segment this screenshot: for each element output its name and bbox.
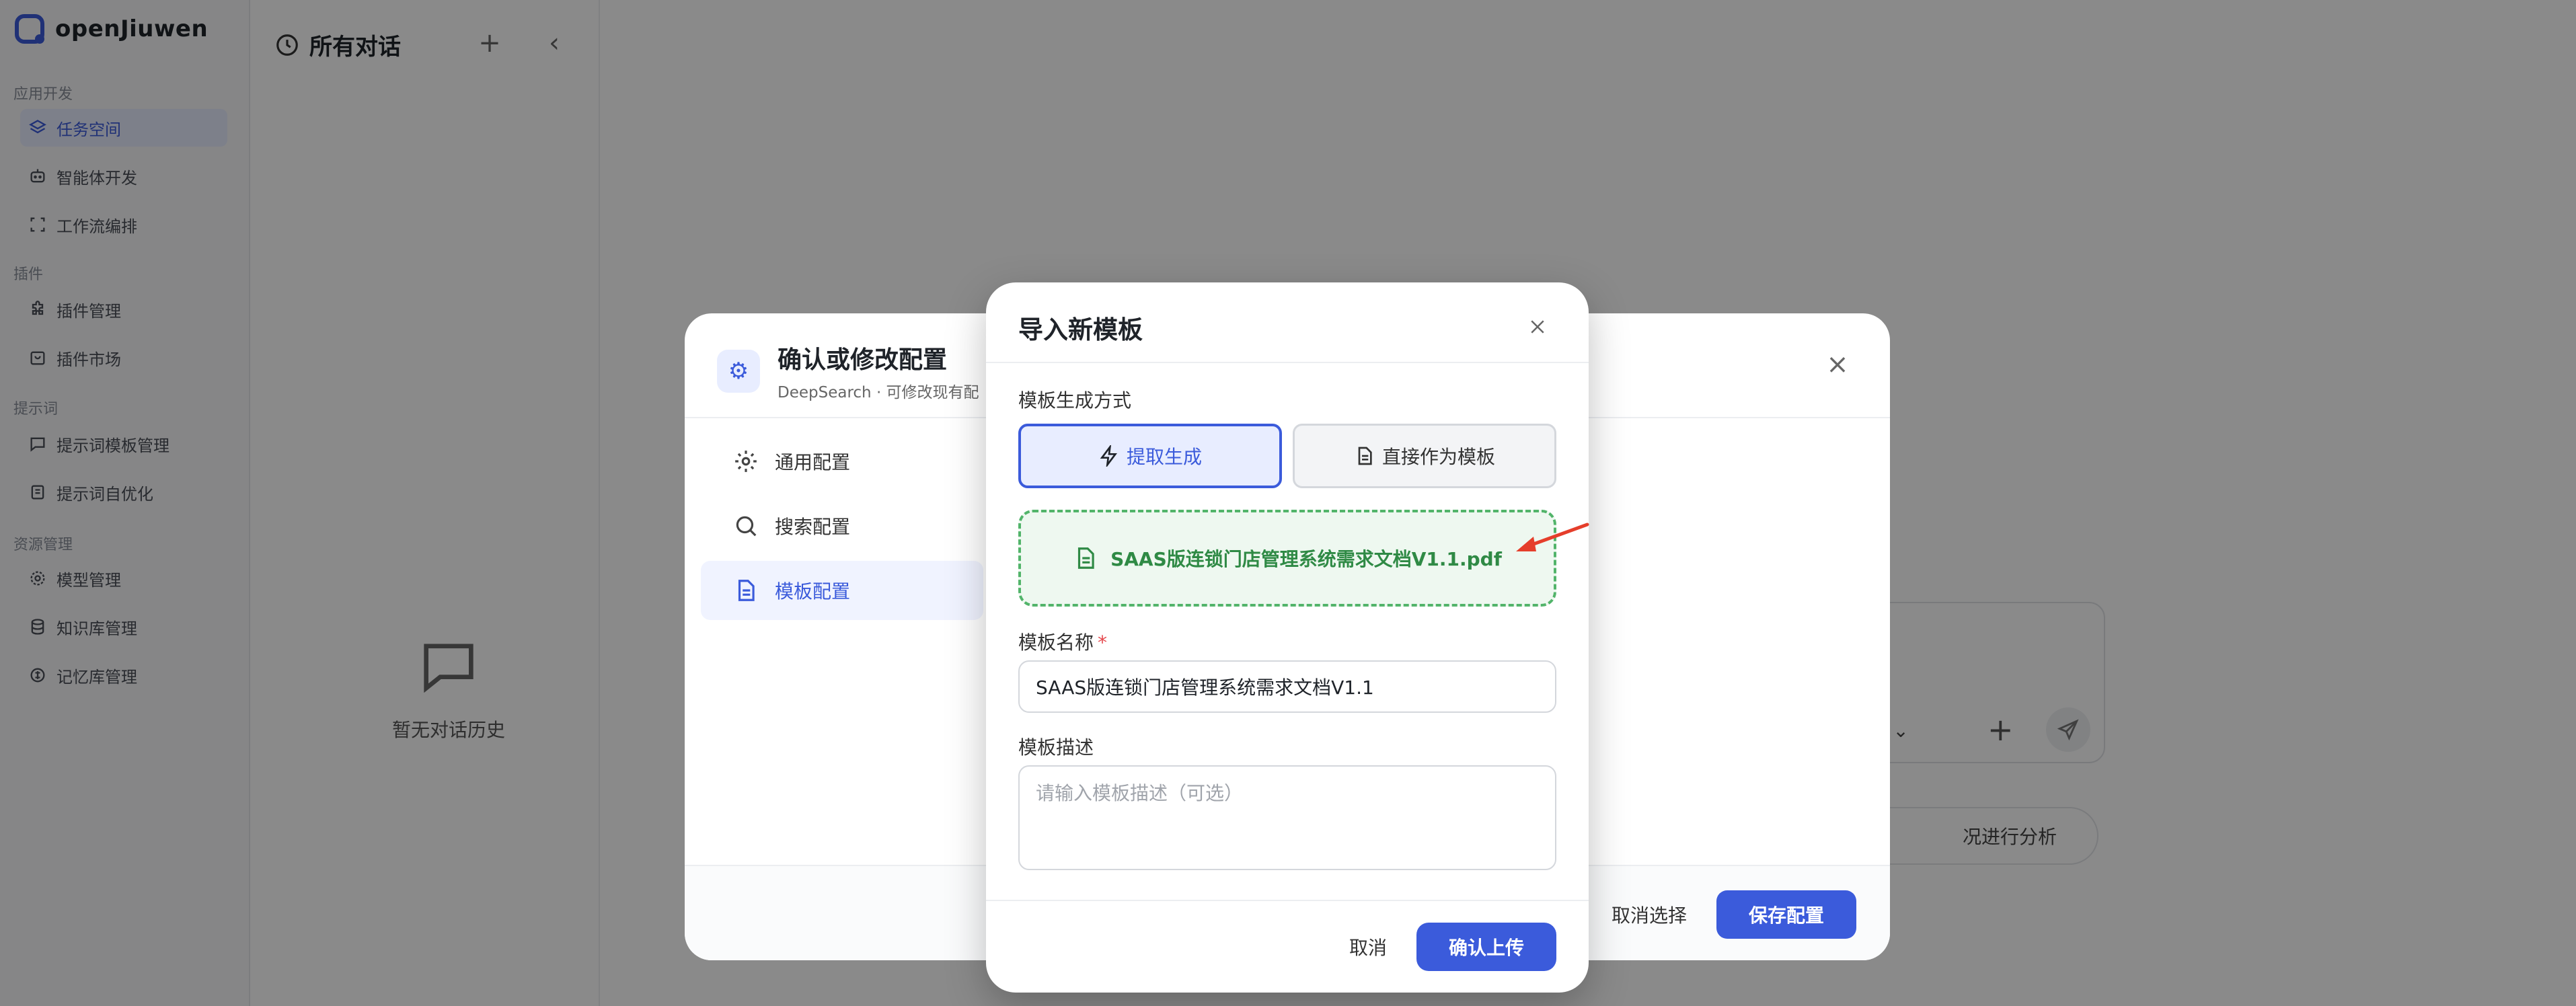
config-subtitle: DeepSearch · 可修改现有配	[778, 384, 979, 401]
name-label: 模板名称 *	[1018, 628, 1107, 655]
file-icon	[1077, 547, 1094, 569]
divider	[986, 900, 1589, 901]
config-menu: 通用配置 搜索配置 模板配置	[701, 432, 983, 625]
config-menu-label: 搜索配置	[775, 516, 851, 538]
name-label-text: 模板名称	[1018, 631, 1094, 654]
file-upload-zone[interactable]: SAAS版连锁门店管理系统需求文档V1.1.pdf	[1018, 510, 1556, 607]
modal-title: 导入新模板	[1018, 315, 1143, 344]
template-desc-input[interactable]	[1018, 765, 1556, 870]
mode-direct-button[interactable]: 直接作为模板	[1293, 424, 1556, 488]
desc-label: 模板描述	[1018, 736, 1094, 759]
mode-direct-label: 直接作为模板	[1381, 446, 1495, 468]
mode-label: 模板生成方式	[1018, 389, 1132, 412]
template-name-input[interactable]: SAAS版连锁门店管理系统需求文档V1.1	[1018, 660, 1556, 713]
document-icon	[1358, 447, 1372, 465]
import-template-modal: 导入新模板 模板生成方式 提取生成 直接作为模板 SAAS版连锁门店管理系统需求…	[986, 282, 1589, 993]
config-menu-label: 通用配置	[775, 451, 851, 473]
modal-close-button[interactable]	[1521, 311, 1554, 343]
close-icon: ×	[1826, 349, 1849, 380]
uploaded-file-name: SAAS版连锁门店管理系统需求文档V1.1.pdf	[1110, 548, 1502, 570]
gear-icon: ⚙	[717, 350, 760, 393]
lightning-icon	[1100, 445, 1117, 467]
close-icon	[1531, 320, 1544, 334]
config-title: 确认或修改配置	[778, 346, 948, 374]
divider	[986, 362, 1589, 363]
config-header: ⚙ 确认或修改配置 DeepSearch · 可修改现有配	[717, 340, 979, 402]
save-config-button[interactable]: 保存配置	[1716, 890, 1856, 939]
config-menu-search[interactable]: 搜索配置	[701, 496, 983, 555]
config-menu-template[interactable]: 模板配置	[701, 561, 983, 620]
config-close-button[interactable]: ×	[1824, 349, 1851, 380]
search-icon	[736, 516, 757, 537]
mode-extract-label: 提取生成	[1126, 446, 1202, 468]
gear-icon	[735, 451, 757, 472]
cancel-selection-button[interactable]: 取消选择	[1589, 892, 1710, 937]
config-menu-label: 模板配置	[775, 580, 851, 603]
confirm-upload-button[interactable]: 确认上传	[1416, 923, 1556, 971]
mode-extract-button[interactable]: 提取生成	[1018, 424, 1282, 488]
document-icon	[738, 580, 755, 601]
annotation-arrow-icon	[1516, 523, 1589, 551]
config-menu-general[interactable]: 通用配置	[701, 432, 983, 491]
cancel-button[interactable]: 取消	[1324, 923, 1412, 971]
required-mark: *	[1098, 631, 1108, 654]
